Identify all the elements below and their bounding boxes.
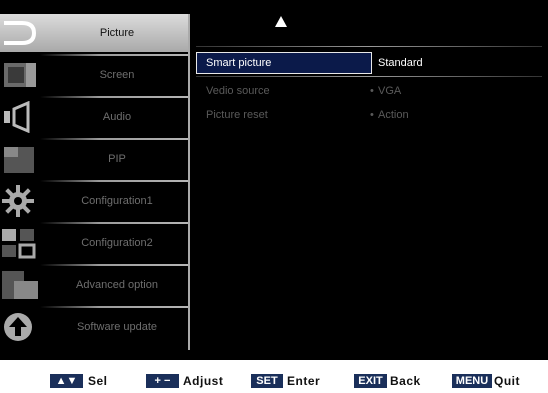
menu-item-advanced-option[interactable]: Advanced option (0, 266, 188, 304)
adjust-key-label: Adjust (183, 374, 224, 388)
menu-item-screen[interactable]: Screen (0, 56, 188, 94)
exit-key-icon: EXIT (354, 374, 387, 388)
setting-row-picture-reset[interactable]: Picture reset • Action (196, 104, 542, 126)
menu-item-label: Configuration1 (81, 195, 153, 207)
menu-item-pip[interactable]: PIP (0, 140, 188, 178)
menu-item-label: Screen (99, 69, 135, 81)
osd-screen: Picture Screen Audio PIP Configuration1 … (0, 0, 548, 360)
menu-item-label: Audio (102, 111, 132, 123)
advanced-icon (2, 271, 38, 299)
sel-key-label: Sel (88, 374, 108, 388)
menu-item-label: Advanced option (76, 279, 158, 291)
setting-value: VGA (378, 85, 402, 97)
setting-value: Action (378, 109, 409, 121)
setting-row-smart-picture[interactable]: Smart picture Standard (196, 52, 542, 74)
menu-item-software-update[interactable]: Software update (0, 308, 188, 346)
set-key-icon: SET (251, 374, 283, 388)
menu-key-icon: MENU (452, 374, 492, 388)
picture-icon (4, 21, 37, 45)
key-legend: ▲▼ Sel + − Adjust SET Enter EXIT Back ME… (0, 360, 548, 393)
menu-item-audio[interactable]: Audio (0, 98, 188, 136)
menu-item-picture[interactable]: Picture (0, 14, 188, 52)
menu-item-label: PIP (108, 153, 126, 165)
osd-main-menu: Picture Screen Audio PIP Configuration1 … (0, 14, 188, 350)
setting-label: Vedio source (206, 85, 270, 97)
menu-item-label: Software update (76, 321, 158, 333)
pip-icon (4, 147, 34, 173)
bullet: • (370, 85, 374, 97)
setting-value: Standard (378, 57, 423, 69)
setting-label: Smart picture (206, 57, 272, 69)
speaker-icon (4, 101, 30, 133)
gear-icon (2, 185, 34, 217)
menu-item-configuration1[interactable]: Configuration1 (0, 182, 188, 220)
panel-divider (196, 46, 542, 47)
scroll-up-arrow-icon[interactable] (275, 16, 287, 27)
menu-item-label: Configuration2 (81, 237, 153, 249)
setting-row-video-source[interactable]: Vedio source • VGA (196, 80, 542, 102)
sel-key-icon: ▲▼ (50, 374, 83, 388)
panel-divider (196, 76, 542, 77)
exit-key-label: Back (390, 374, 421, 388)
screen-icon (4, 63, 36, 87)
menu-item-configuration2[interactable]: Configuration2 (0, 224, 188, 262)
adjust-key-icon: + − (146, 374, 179, 388)
menu-panel-divider (188, 14, 190, 350)
set-key-label: Enter (287, 374, 321, 388)
bullet: • (370, 109, 374, 121)
grid-config-icon (2, 229, 36, 259)
menu-key-label: Quit (494, 374, 520, 388)
menu-item-label: Picture (99, 27, 135, 39)
upload-icon (4, 313, 32, 341)
setting-label: Picture reset (206, 109, 268, 121)
